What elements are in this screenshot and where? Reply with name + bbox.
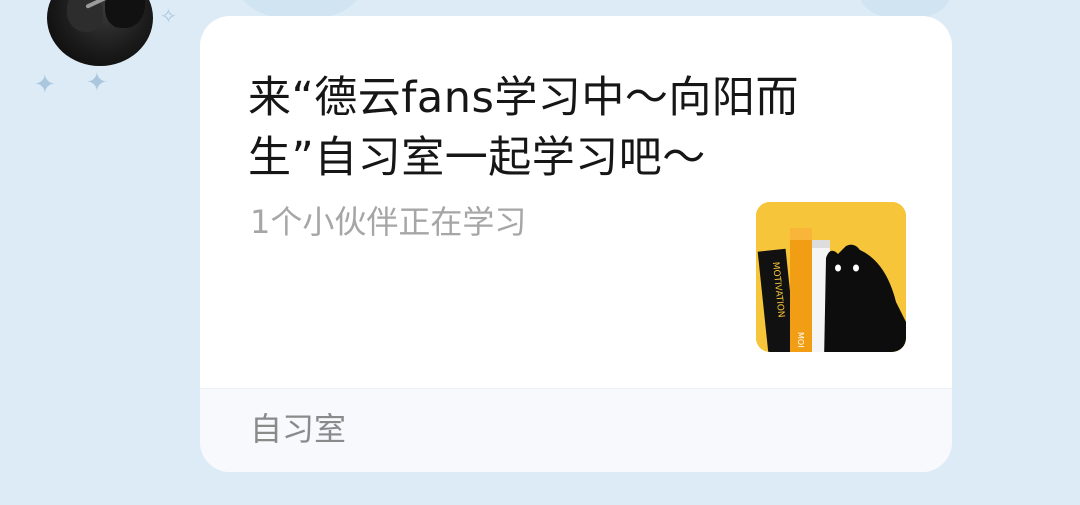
card-footer: 自习室 [200, 388, 952, 472]
study-room-share-card[interactable]: 来“德云fans学习中～向阳而生”自习室一起学习吧～ 1个小伙伴正在学习 MOT… [200, 16, 952, 472]
card-title: 来“德云fans学习中～向阳而生”自习室一起学习吧～ [248, 73, 799, 183]
card-source-label: 自习室 [250, 410, 347, 448]
study-room-thumbnail: MOTIVATION MOI [756, 202, 906, 352]
user-avatar[interactable] [47, 0, 153, 66]
card-subtitle: 1个小伙伴正在学习 [250, 203, 527, 241]
avatar-shape [105, 0, 145, 28]
background-figure-icon: ✦ [86, 68, 108, 98]
background-figure-icon: ✧ [160, 4, 177, 28]
study-room-books-cat-icon: MOTIVATION MOI [756, 202, 906, 352]
background-figure-icon: ✦ [34, 70, 56, 100]
book-spine-text: MOI [796, 332, 805, 348]
